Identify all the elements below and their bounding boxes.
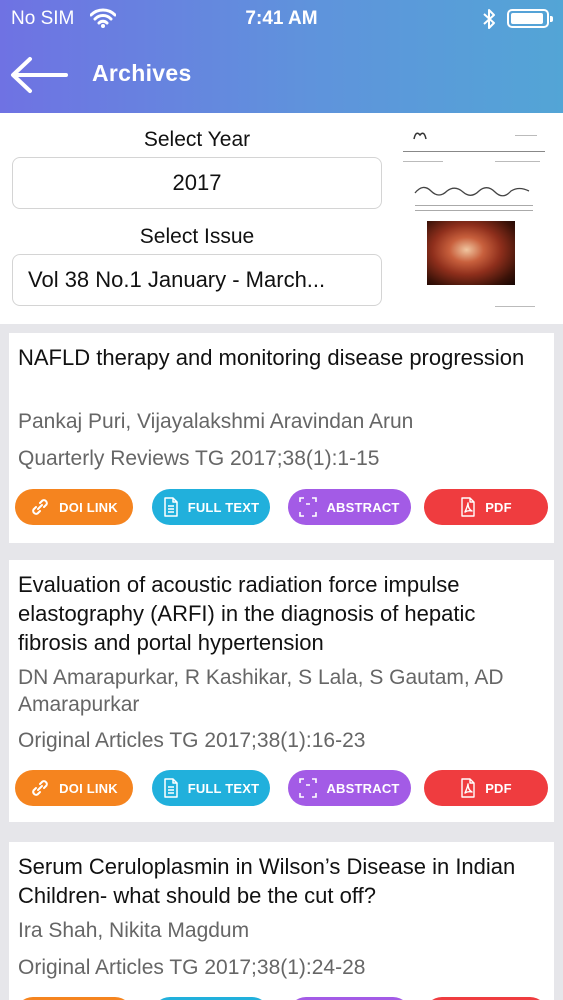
issue-select[interactable]: Vol 38 No.1 January - March...	[12, 254, 382, 306]
year-label: Select Year	[143, 128, 251, 151]
cover-rule	[515, 135, 537, 136]
journal-logo	[412, 129, 428, 144]
article-card[interactable]: Evaluation of acoustic radiation force i…	[9, 560, 554, 822]
link-icon	[32, 499, 48, 515]
cover-text-line	[415, 210, 533, 211]
status-bar: No SIM 7:41 AM	[0, 0, 563, 38]
article-reference: Original Articles TG 2017;38(1):16-23	[18, 729, 366, 752]
abstract-label: ABSTRACT	[326, 499, 400, 515]
pdf-label: PDF	[485, 780, 512, 796]
back-button[interactable]	[8, 55, 70, 95]
filter-panel: Select Year 2017 Select Issue Vol 38 No.…	[0, 113, 563, 324]
issue-cover-image	[395, 121, 553, 317]
pdf-label: PDF	[485, 499, 512, 515]
cover-rule	[403, 161, 443, 162]
abstract-button[interactable]: ABSTRACT	[288, 770, 411, 806]
back-arrow-icon	[11, 57, 68, 93]
document-icon	[163, 497, 178, 517]
cover-rule	[495, 306, 535, 307]
article-title[interactable]: Evaluation of acoustic radiation force i…	[18, 570, 548, 657]
full-text-label: FULL TEXT	[187, 780, 260, 796]
article-authors: DN Amarapurkar, R Kashikar, S Lala, S Ga…	[18, 666, 504, 716]
cover-journal-title	[413, 181, 533, 202]
document-icon	[163, 778, 178, 798]
bluetooth-icon	[482, 8, 496, 35]
doi-link-label: DOI LINK	[59, 780, 118, 796]
abstract-icon	[299, 497, 318, 517]
abstract-button[interactable]: ABSTRACT	[288, 489, 411, 525]
full-text-label: FULL TEXT	[187, 499, 260, 515]
clock: 7:41 AM	[245, 8, 318, 29]
abstract-icon	[299, 778, 318, 798]
endoscopy-photo	[427, 221, 515, 285]
article-reference: Original Articles TG 2017;38(1):24-28	[18, 956, 366, 979]
issue-label: Select Issue	[139, 225, 255, 248]
abstract-label: ABSTRACT	[326, 780, 400, 796]
doi-link-button[interactable]: DOI LINK	[15, 770, 133, 806]
link-icon	[32, 780, 48, 796]
pdf-icon	[461, 497, 475, 517]
doi-link-button[interactable]: DOI LINK	[15, 489, 133, 525]
doi-link-label: DOI LINK	[59, 499, 118, 515]
article-title[interactable]: NAFLD therapy and monitoring disease pro…	[18, 343, 548, 372]
year-select[interactable]: 2017	[12, 157, 382, 209]
article-title[interactable]: Serum Ceruloplasmin in Wilson’s Disease …	[18, 852, 548, 910]
cover-rule	[495, 161, 540, 162]
pdf-icon	[461, 778, 475, 798]
full-text-button[interactable]: FULL TEXT	[152, 489, 270, 525]
article-card[interactable]: NAFLD therapy and monitoring disease pro…	[9, 333, 554, 543]
app-header: No SIM 7:41 AM Archives	[0, 0, 563, 113]
article-reference: Quarterly Reviews TG 2017;38(1):1-15	[18, 447, 380, 470]
article-authors: Ira Shah, Nikita Magdum	[18, 919, 250, 942]
article-authors: Pankaj Puri, Vijayalakshmi Aravindan Aru…	[18, 410, 414, 433]
pdf-button[interactable]: PDF	[424, 489, 548, 525]
pdf-button[interactable]: PDF	[424, 770, 548, 806]
article-card[interactable]: Serum Ceruloplasmin in Wilson’s Disease …	[9, 842, 554, 1000]
battery-icon	[507, 9, 553, 28]
cover-text-line	[415, 205, 533, 206]
full-text-button[interactable]: FULL TEXT	[152, 770, 270, 806]
page-title: Archives	[92, 60, 192, 86]
cover-rule	[403, 151, 545, 152]
